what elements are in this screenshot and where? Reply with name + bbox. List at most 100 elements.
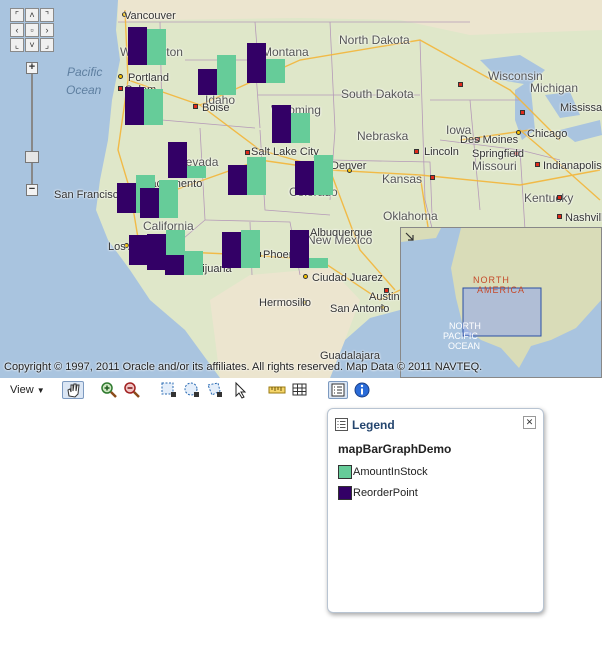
bar-reorder-point[interactable]	[165, 255, 184, 275]
zoom-in-icon[interactable]	[100, 381, 118, 399]
pointer-icon[interactable]	[232, 381, 250, 399]
map-view[interactable]: Pacific Ocean Washington Montana North D…	[0, 0, 602, 378]
overview-map-graphic	[401, 228, 601, 368]
city-label: Mississauga	[560, 102, 602, 114]
city-marker	[118, 74, 123, 79]
bar-amount-in-stock[interactable]	[241, 230, 260, 268]
legend-label-reorder-point: ReorderPoint	[353, 487, 418, 499]
bar-reorder-point[interactable]	[129, 235, 148, 265]
city-marker	[520, 110, 525, 115]
bar-amount-in-stock[interactable]	[291, 113, 310, 143]
zoom-out-button[interactable]: −	[26, 184, 38, 196]
bar-amount-in-stock[interactable]	[314, 155, 333, 195]
pan-east-icon[interactable]: ›	[40, 23, 54, 37]
state-label: Michigan	[530, 81, 579, 95]
city-marker	[458, 82, 463, 87]
legend-label-amount-in-stock: AmountInStock	[353, 466, 428, 478]
city-label: Ciudad Juarez	[312, 272, 383, 284]
zoom-slider-thumb[interactable]	[25, 151, 39, 163]
pan-control: ⌜ ˄ ⌝ ‹ ▫ › ⌞ ˅ ⌟	[10, 8, 54, 52]
pan-west-icon[interactable]: ‹	[10, 23, 24, 37]
zoom-slider[interactable]: + −	[25, 62, 39, 196]
bar-amount-in-stock[interactable]	[247, 157, 266, 195]
chevron-down-icon: ▼	[36, 386, 45, 395]
city-marker	[535, 162, 540, 167]
bar-amount-in-stock[interactable]	[144, 89, 163, 125]
bar-reorder-point[interactable]	[140, 188, 159, 218]
city-marker	[245, 150, 250, 155]
legend-swatch-reorder-point	[338, 486, 352, 500]
zoom-in-button[interactable]: +	[26, 62, 38, 74]
city-marker	[430, 175, 435, 180]
view-menu-label: View	[10, 384, 34, 396]
city-label: Hermosillo	[259, 297, 311, 309]
pan-north-icon[interactable]: ˄	[25, 8, 39, 22]
city-label: San Francisco	[54, 189, 125, 201]
bar-reorder-point[interactable]	[147, 234, 166, 270]
bar-reorder-point[interactable]	[117, 183, 136, 213]
map-toolbar: View ▼	[0, 379, 602, 401]
city-label: Austin	[369, 291, 400, 303]
bar-reorder-point[interactable]	[198, 69, 217, 95]
close-icon[interactable]: ✕	[523, 416, 536, 429]
state-label: Oklahoma	[383, 209, 438, 223]
bar-amount-in-stock[interactable]	[147, 29, 166, 65]
bar-reorder-point[interactable]	[128, 27, 147, 65]
legend-theme-name: mapBarGraphDemo	[338, 442, 452, 456]
pan-center-icon[interactable]: ▫	[25, 23, 39, 37]
state-label: Kansas	[382, 172, 423, 186]
overview-ocean-label: OCEAN	[448, 341, 481, 351]
legend-title: Legend	[352, 418, 395, 432]
rect-zoom-icon[interactable]	[160, 381, 178, 399]
bar-reorder-point[interactable]	[228, 165, 247, 195]
pan-south-icon[interactable]: ˅	[25, 38, 39, 52]
city-label: Portland	[128, 72, 169, 84]
state-label: Missouri	[472, 159, 517, 173]
bar-amount-in-stock[interactable]	[217, 55, 236, 95]
city-label: Des Moines	[460, 134, 519, 146]
state-label: Montana	[262, 45, 309, 59]
city-label: Indianapolis	[543, 160, 602, 172]
overview-continent-label: AMERICA	[477, 285, 526, 295]
city-marker	[557, 214, 562, 219]
city-marker	[303, 274, 308, 279]
legend-panel: Legend ✕ mapBarGraphDemo AmountInStock R…	[327, 408, 544, 613]
bar-reorder-point[interactable]	[272, 105, 291, 143]
pan-southwest-icon[interactable]: ⌞	[10, 38, 24, 52]
city-marker	[193, 104, 198, 109]
city-label: Nashville	[565, 212, 602, 224]
pan-northwest-icon[interactable]: ⌜	[10, 8, 24, 22]
water-label: Pacific	[67, 65, 103, 79]
bar-amount-in-stock[interactable]	[309, 258, 328, 268]
circle-select-icon[interactable]	[183, 381, 201, 399]
bar-amount-in-stock[interactable]	[266, 59, 285, 83]
info-icon[interactable]	[353, 381, 371, 399]
city-label: Springfield	[472, 148, 524, 160]
pan-northeast-icon[interactable]: ⌝	[40, 8, 54, 22]
zoom-track-line	[31, 74, 33, 184]
pan-southeast-icon[interactable]: ⌟	[40, 38, 54, 52]
bar-reorder-point[interactable]	[168, 142, 187, 178]
bar-reorder-point[interactable]	[295, 161, 314, 195]
bar-reorder-point[interactable]	[222, 232, 241, 268]
state-label: Nebraska	[357, 129, 409, 143]
bar-amount-in-stock[interactable]	[184, 251, 203, 275]
zoom-out-icon[interactable]	[123, 381, 141, 399]
overview-map[interactable]: NORTH AMERICA NORTH PACIFIC OCEAN	[400, 227, 602, 378]
bar-amount-in-stock[interactable]	[187, 166, 206, 178]
grid-icon[interactable]	[291, 381, 309, 399]
legend-toggle-icon[interactable]	[328, 381, 348, 399]
city-label: Denver	[331, 160, 367, 172]
polygon-select-icon[interactable]	[206, 381, 224, 399]
pan-hand-icon[interactable]	[62, 381, 84, 399]
state-label: South Dakota	[341, 87, 414, 101]
bar-reorder-point[interactable]	[247, 43, 266, 83]
copyright-text: Copyright © 1997, 2011 Oracle and/or its…	[4, 361, 483, 373]
city-label: San Antonio	[330, 303, 390, 315]
view-menu[interactable]: View ▼	[10, 381, 45, 399]
bar-reorder-point[interactable]	[290, 230, 309, 268]
city-label: Chicago	[527, 128, 568, 140]
bar-reorder-point[interactable]	[125, 87, 144, 125]
distance-ruler-icon[interactable]	[268, 381, 286, 399]
bar-amount-in-stock[interactable]	[159, 180, 178, 218]
